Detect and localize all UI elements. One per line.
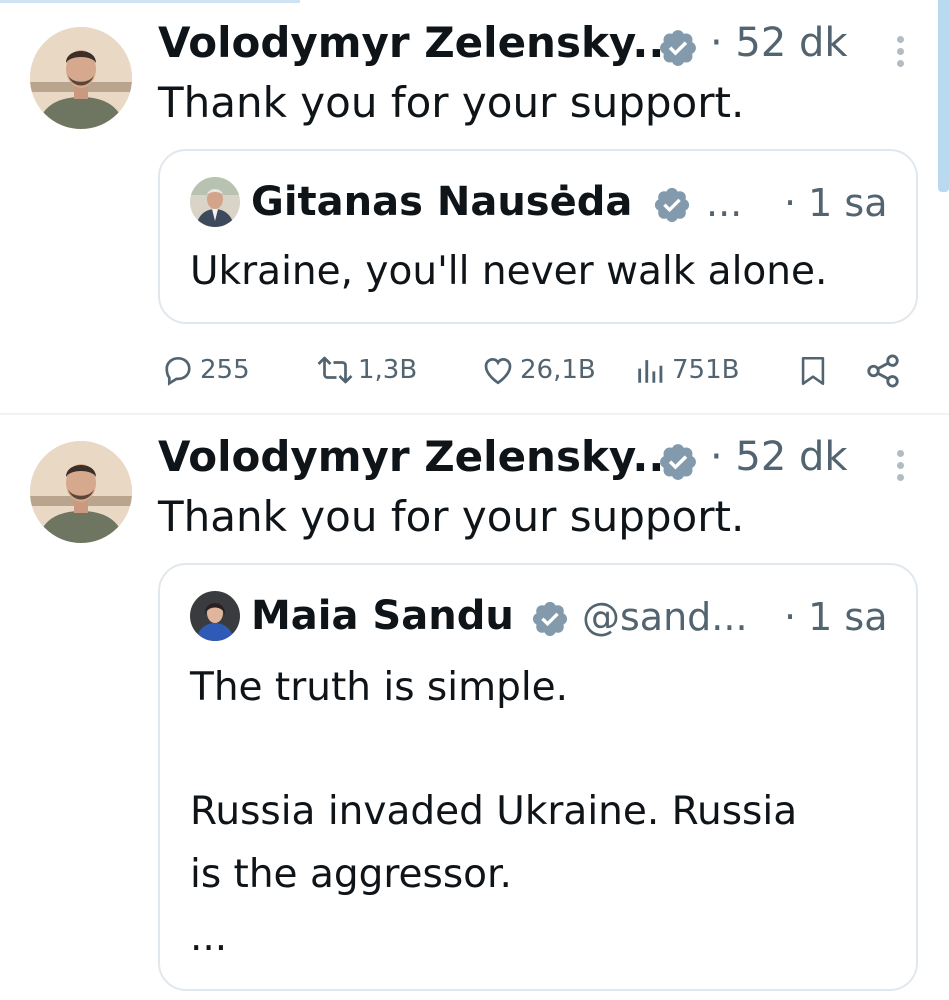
- share-icon: [867, 354, 899, 388]
- quoted-tweet[interactable]: Gitanas Nausėda ... · 1 sa Ukraine, you'…: [158, 149, 918, 324]
- reply-icon: [165, 356, 191, 386]
- verified-badge-icon: [660, 444, 696, 480]
- retweet-count: 1,3B: [358, 355, 418, 385]
- quoted-tweet[interactable]: Maia Sandu @sand... · 1 sa The truth is …: [158, 563, 918, 991]
- author-name[interactable]: Volodymyr Zelensky...: [158, 432, 680, 481]
- retweet-button[interactable]: 1,3B: [314, 352, 417, 388]
- views-button[interactable]: 751B: [634, 352, 739, 388]
- like-icon: [484, 357, 512, 385]
- verified-badge-icon: [532, 601, 568, 637]
- reply-count: 255: [200, 355, 250, 385]
- author-name[interactable]: Volodymyr Zelensky...: [158, 18, 680, 67]
- quoted-author-handle: @sand...: [582, 595, 748, 639]
- reply-button[interactable]: 255: [160, 352, 250, 388]
- verified-badge-icon: [660, 30, 696, 66]
- bookmark-button[interactable]: [796, 352, 830, 390]
- quoted-author-avatar: [190, 591, 240, 641]
- verified-badge-icon: [654, 187, 690, 223]
- author-avatar[interactable]: [30, 441, 132, 543]
- tweet-text: Thank you for your support.: [158, 78, 745, 127]
- quoted-tweet-time: · 1 sa: [784, 595, 888, 639]
- more-vertical-icon[interactable]: [893, 450, 907, 486]
- quoted-tweet-time: · 1 sa: [784, 181, 888, 225]
- quoted-tweet-text-line: The truth is simple.: [190, 665, 569, 710]
- quoted-tweet-text-line: is the aggressor.: [190, 852, 512, 897]
- quoted-tweet-text: Ukraine, you'll never walk alone.: [190, 249, 828, 294]
- retweet-icon: [317, 356, 353, 384]
- view-count: 751B: [672, 355, 740, 385]
- quoted-tweet-truncation: ...: [190, 915, 228, 960]
- quoted-author-handle: ...: [706, 181, 743, 225]
- like-button[interactable]: 26,1B: [480, 352, 596, 388]
- quoted-tweet-text-line: Russia invaded Ukraine. Russia: [190, 789, 798, 834]
- tweet-time[interactable]: · 52 dk: [710, 434, 848, 480]
- like-count: 26,1B: [520, 355, 596, 385]
- scrollbar[interactable]: [938, 0, 949, 192]
- author-avatar[interactable]: [30, 27, 132, 129]
- views-icon: [638, 360, 663, 383]
- top-highlight-line: [0, 0, 300, 3]
- tweet-time[interactable]: · 52 dk: [710, 20, 848, 66]
- quoted-author-name: Gitanas Nausėda: [251, 179, 633, 225]
- bookmark-icon: [801, 356, 825, 386]
- more-vertical-icon[interactable]: [893, 36, 907, 72]
- share-button[interactable]: [864, 352, 902, 390]
- tweet-text: Thank you for your support.: [158, 492, 745, 541]
- tweet-divider: [0, 413, 949, 415]
- quoted-author-avatar: [190, 177, 240, 227]
- quoted-author-name: Maia Sandu: [251, 593, 514, 639]
